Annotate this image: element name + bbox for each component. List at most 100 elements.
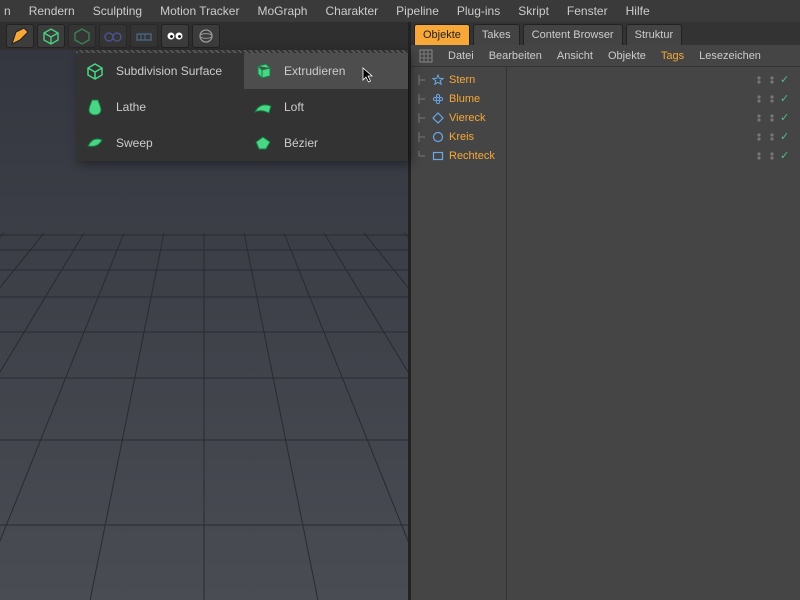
object-tags: ✓ <box>754 149 794 162</box>
cube-icon <box>41 26 61 46</box>
rect-icon <box>432 150 444 162</box>
render-dot-icon[interactable] <box>767 94 777 104</box>
object-name: Kreis <box>449 131 504 143</box>
object-row-viereck[interactable]: Viereck ✓ <box>417 108 794 127</box>
object-tags: ✓ <box>754 73 794 86</box>
menu-item-fenster[interactable]: Fenster <box>567 4 608 18</box>
panel-menu-objekte[interactable]: Objekte <box>608 50 646 62</box>
object-row-blume[interactable]: Blume ✓ <box>417 89 794 108</box>
eyes-icon <box>165 26 185 46</box>
toolbar-btn-3[interactable] <box>68 24 96 48</box>
menu-item-n[interactable]: n <box>4 4 11 18</box>
object-row-stern[interactable]: Stern ✓ <box>417 70 794 89</box>
popup-item-subdivision-surface[interactable]: Subdivision Surface <box>76 53 244 89</box>
object-list: Stern ✓ Blume ✓ Viereck ✓ Kreis ✓ Rechteck ✓ <box>411 67 800 168</box>
menu-item-sculpting[interactable]: Sculpting <box>93 4 142 18</box>
enabled-check-icon[interactable]: ✓ <box>780 130 789 143</box>
sweep-icon <box>84 132 106 154</box>
visibility-dot-icon[interactable] <box>754 75 764 85</box>
glasses-icon <box>103 26 123 46</box>
popup-item-label: Subdivision Surface <box>116 64 222 78</box>
object-row-rechteck[interactable]: Rechteck ✓ <box>417 146 794 165</box>
tree-branch-icon <box>417 113 427 123</box>
menu-item-hilfe[interactable]: Hilfe <box>626 4 650 18</box>
tree-branch-icon <box>417 94 427 104</box>
cube-wire-icon <box>72 26 92 46</box>
top-menu: n Rendern Sculpting Motion Tracker MoGraph Ch… <box>0 0 800 22</box>
popup-item-bézier[interactable]: Bézier <box>244 125 408 161</box>
diamond-icon <box>432 112 444 124</box>
popup-item-label: Extrudieren <box>284 64 345 78</box>
cube-icon <box>84 60 106 82</box>
menu-item-rendern[interactable]: Rendern <box>29 4 75 18</box>
object-name: Stern <box>449 74 504 86</box>
object-manager-panel: ObjekteTakesContent BrowserStruktur Date… <box>411 22 800 600</box>
menu-item-mograph[interactable]: MoGraph <box>257 4 307 18</box>
popup-item-loft[interactable]: Loft <box>244 89 408 125</box>
star-icon <box>432 74 444 86</box>
panel-menu-ansicht[interactable]: Ansicht <box>557 50 593 62</box>
object-tags: ✓ <box>754 92 794 105</box>
menu-item-motion-tracker[interactable]: Motion Tracker <box>160 4 239 18</box>
toolbar-btn-1[interactable] <box>6 24 34 48</box>
render-dot-icon[interactable] <box>767 151 777 161</box>
popup-column-1: Subdivision Surface Lathe Sweep <box>76 53 244 161</box>
menu-item-skript[interactable]: Skript <box>518 4 549 18</box>
enabled-check-icon[interactable]: ✓ <box>780 149 789 162</box>
visibility-dot-icon[interactable] <box>754 113 764 123</box>
toolbar-btn-2[interactable] <box>37 24 65 48</box>
render-dot-icon[interactable] <box>767 75 777 85</box>
grid-icon <box>134 26 154 46</box>
popup-item-label: Sweep <box>116 136 153 150</box>
popup-item-extrudieren[interactable]: Extrudieren <box>244 53 408 89</box>
sphere-icon <box>196 26 216 46</box>
object-name: Rechteck <box>449 150 504 162</box>
panel-menu-bearbeiten[interactable]: Bearbeiten <box>489 50 542 62</box>
menu-item-plug-ins[interactable]: Plug-ins <box>457 4 500 18</box>
panel-menu-datei[interactable]: Datei <box>448 50 474 62</box>
panel-menu-lesezeichen[interactable]: Lesezeichen <box>699 50 761 62</box>
enabled-check-icon[interactable]: ✓ <box>780 73 789 86</box>
tree-branch-icon <box>417 75 427 85</box>
flower-icon <box>432 93 444 105</box>
tree-branch-icon <box>417 151 427 161</box>
tab-takes[interactable]: Takes <box>473 24 520 45</box>
enabled-check-icon[interactable]: ✓ <box>780 111 789 124</box>
popup-column-2: Extrudieren Loft Bézier <box>244 53 408 161</box>
panel-menu-tags[interactable]: Tags <box>661 50 684 62</box>
toolbar-btn-6[interactable] <box>161 24 189 48</box>
tab-objekte[interactable]: Objekte <box>414 24 470 45</box>
popup-item-sweep[interactable]: Sweep <box>76 125 244 161</box>
popup-item-label: Bézier <box>284 136 318 150</box>
visibility-dot-icon[interactable] <box>754 151 764 161</box>
render-dot-icon[interactable] <box>767 113 777 123</box>
visibility-dot-icon[interactable] <box>754 94 764 104</box>
popup-item-label: Lathe <box>116 100 146 114</box>
vase-icon <box>84 96 106 118</box>
loft-icon <box>252 96 274 118</box>
toolbar-btn-5[interactable] <box>130 24 158 48</box>
tab-content-browser[interactable]: Content Browser <box>523 24 623 45</box>
panel-tabs: ObjekteTakesContent BrowserStruktur <box>411 22 800 45</box>
generator-popup: Subdivision Surface Lathe Sweep Extrudiere… <box>76 50 408 161</box>
menu-item-charakter[interactable]: Charakter <box>325 4 378 18</box>
tree-branch-icon <box>417 132 427 142</box>
toolbar-btn-7[interactable] <box>192 24 220 48</box>
menu-item-pipeline[interactable]: Pipeline <box>396 4 439 18</box>
panel-menu-icon[interactable] <box>419 49 433 63</box>
circle-icon <box>432 131 444 143</box>
popup-item-lathe[interactable]: Lathe <box>76 89 244 125</box>
tab-struktur[interactable]: Struktur <box>626 24 683 45</box>
render-dot-icon[interactable] <box>767 132 777 142</box>
visibility-dot-icon[interactable] <box>754 132 764 142</box>
popup-item-label: Loft <box>284 100 304 114</box>
column-divider[interactable] <box>506 67 507 600</box>
object-tags: ✓ <box>754 111 794 124</box>
object-name: Viereck <box>449 112 504 124</box>
object-name: Blume <box>449 93 504 105</box>
toolbar-btn-4[interactable] <box>99 24 127 48</box>
extrude-icon <box>252 60 274 82</box>
object-tags: ✓ <box>754 130 794 143</box>
object-row-kreis[interactable]: Kreis ✓ <box>417 127 794 146</box>
enabled-check-icon[interactable]: ✓ <box>780 92 789 105</box>
